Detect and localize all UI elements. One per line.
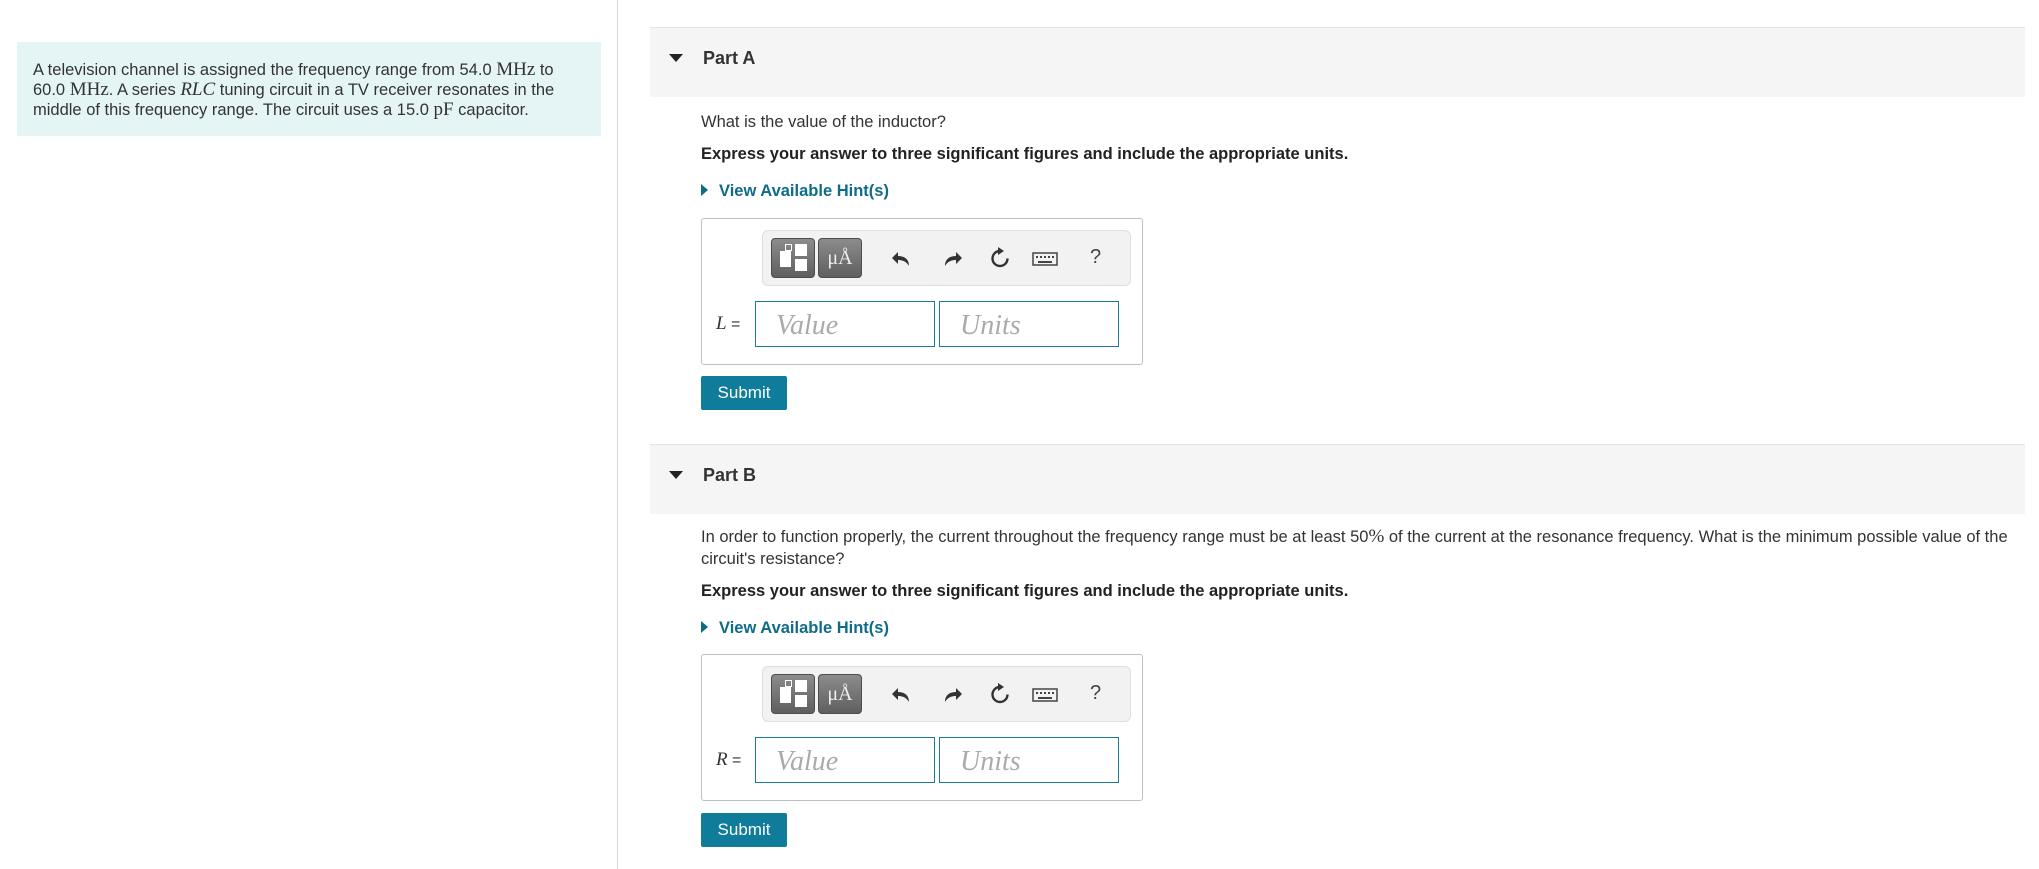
part-a-answer-box: μÅ ? L = [701,218,1143,365]
part-b-answer-box: μÅ ? R = [701,654,1143,801]
math-toolbar: μÅ ? [762,230,1131,286]
units-button[interactable]: μÅ [818,674,862,714]
hint-label: View Available Hint(s) [719,182,889,200]
help-icon[interactable]: ? [1090,682,1101,705]
part-a-title: Part A [703,48,756,68]
part-b-hint-link[interactable]: View Available Hint(s) [701,619,889,638]
part-b-instruction: Express your answer to three significant… [701,582,1349,600]
percent-symbol: % [1368,526,1385,547]
rlc-symbol: RLC [180,79,216,100]
part-a-question: What is the value of the inductor? [701,113,946,131]
question-text: In order to function properly, the curre… [701,528,1369,546]
expand-triangle-icon [701,183,708,196]
templates-button[interactable] [771,238,815,278]
redo-icon[interactable] [941,249,963,269]
help-icon[interactable]: ? [1090,246,1101,269]
reset-icon[interactable] [989,683,1011,704]
variable-label: R = [716,749,742,770]
unit-pf: pF [433,99,454,120]
column-divider [617,0,618,869]
variable-label: L = [716,313,741,334]
hint-label: View Available Hint(s) [719,619,889,637]
problem-text: middle of this frequency range. The circ… [33,101,434,119]
value-input[interactable] [755,737,935,783]
problem-statement: A television channel is assigned the fre… [17,42,601,136]
expand-triangle-icon [701,620,708,633]
unit-mhz: MHz [496,59,536,80]
part-b-question: In order to function properly, the curre… [701,526,2011,570]
problem-text: A television channel is assigned the fre… [33,61,497,79]
collapse-caret-icon[interactable] [669,54,683,62]
problem-text: to [535,61,554,79]
units-button[interactable]: μÅ [818,238,862,278]
units-input[interactable] [939,301,1119,347]
problem-text: capacitor. [453,101,529,119]
keyboard-icon[interactable] [1032,251,1058,271]
part-b-header[interactable]: Part B [650,444,2025,514]
part-a-instruction: Express your answer to three significant… [701,145,1349,163]
redo-icon[interactable] [941,685,963,705]
math-toolbar: μÅ ? [762,666,1131,722]
units-input[interactable] [939,737,1119,783]
unit-mhz: MHz [69,79,109,100]
collapse-caret-icon[interactable] [669,471,683,479]
part-b-title: Part B [703,465,757,485]
problem-text: 60.0 [33,81,70,99]
part-a-header[interactable]: Part A [650,27,2025,97]
keyboard-icon[interactable] [1032,687,1058,707]
undo-icon[interactable] [891,249,913,269]
value-input[interactable] [755,301,935,347]
problem-text: . A series [108,81,181,99]
reset-icon[interactable] [989,247,1011,268]
part-a-hint-link[interactable]: View Available Hint(s) [701,182,889,201]
problem-text: tuning circuit in a TV receiver resonate… [215,81,555,99]
templates-button[interactable] [771,674,815,714]
part-b-submit-button[interactable]: Submit [701,813,787,847]
undo-icon[interactable] [891,685,913,705]
part-a-submit-button[interactable]: Submit [701,376,787,410]
